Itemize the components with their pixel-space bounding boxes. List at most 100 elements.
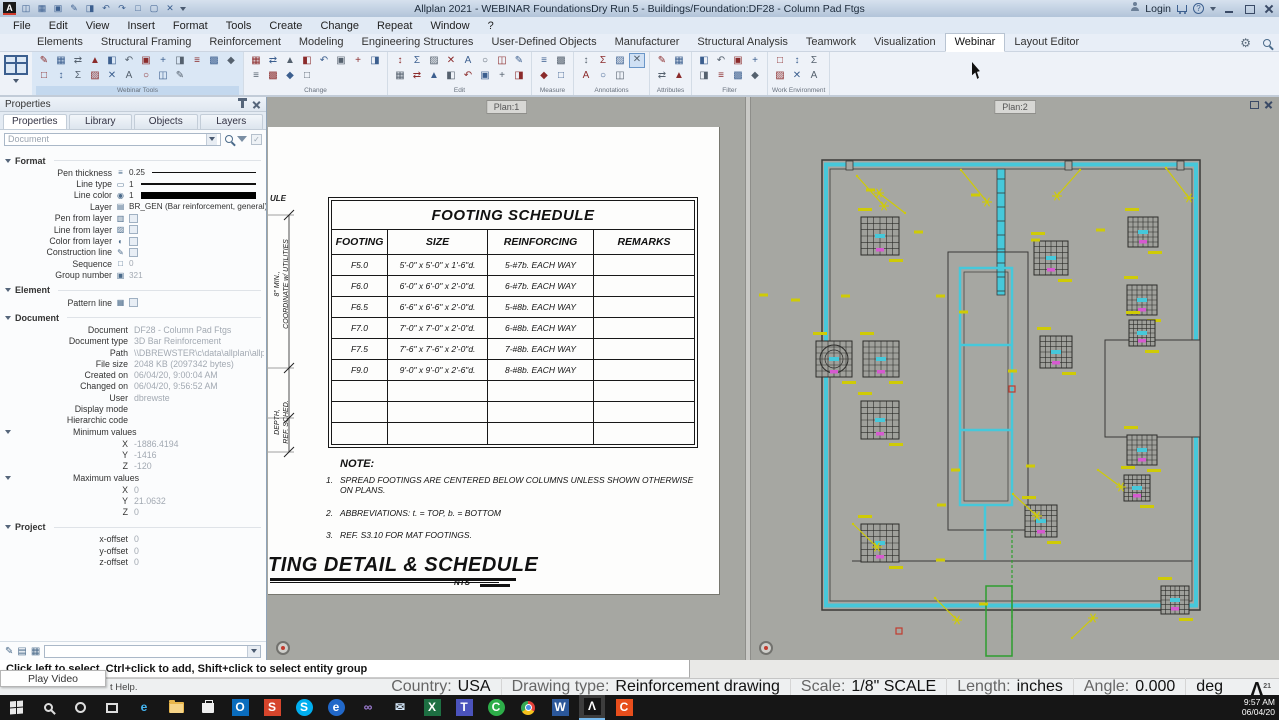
help-caret-icon[interactable]: [1210, 7, 1216, 11]
toolbar-icon[interactable]: ◨: [511, 68, 527, 83]
search-icon[interactable]: [1263, 39, 1271, 47]
toolbar-icon[interactable]: ⇄: [409, 68, 425, 83]
toolbar-icon[interactable]: ⇄: [70, 53, 86, 68]
toolbar-icon[interactable]: ◧: [104, 53, 120, 68]
outlook-icon[interactable]: O: [227, 695, 253, 720]
toolbar-icon[interactable]: ✕: [104, 68, 120, 83]
close-button[interactable]: [1262, 3, 1276, 15]
section-header-format[interactable]: Format: [0, 154, 266, 167]
cortana-icon[interactable]: [67, 695, 93, 720]
tab-layout-editor[interactable]: Layout Editor: [1005, 34, 1088, 51]
value-pen-thickness[interactable]: 0.25: [129, 168, 145, 177]
menu-insert[interactable]: Insert: [118, 20, 164, 32]
tab-manufacturer[interactable]: Manufacturer: [606, 34, 689, 51]
menu-create[interactable]: Create: [260, 20, 311, 32]
toolbar-icon[interactable]: ≡: [248, 68, 264, 83]
zoom-filter-icon[interactable]: [225, 135, 233, 143]
quick-access-icon[interactable]: ▢: [148, 2, 160, 15]
toolbar-icon[interactable]: □: [772, 53, 788, 68]
toolbar-icon[interactable]: ▲: [671, 68, 687, 83]
viewport-maximize-icon[interactable]: [1250, 101, 1259, 109]
tab-user-defined-objects[interactable]: User-Defined Objects: [482, 34, 605, 51]
menu-format[interactable]: Format: [164, 20, 217, 32]
tab-reinforcement[interactable]: Reinforcement: [200, 34, 290, 51]
properties-tab-properties[interactable]: Properties: [3, 114, 67, 129]
value-line-type[interactable]: 1: [129, 180, 134, 189]
checkbox-line-from-layer[interactable]: [129, 225, 138, 234]
toolbar-icon[interactable]: ▦: [248, 53, 264, 68]
checkbox-construction-line[interactable]: [129, 248, 138, 257]
menu-repeat[interactable]: Repeat: [368, 20, 421, 32]
toolbar-icon[interactable]: ▲: [282, 53, 298, 68]
toolbar-icon[interactable]: ▩: [730, 68, 746, 83]
viewport-plan2-tab[interactable]: Plan:2: [994, 100, 1036, 114]
toolbar-icon[interactable]: □: [299, 68, 315, 83]
section-header-project[interactable]: Project: [0, 521, 266, 534]
red-s-app-icon[interactable]: S: [259, 695, 285, 720]
toolbar-icon[interactable]: ◫: [494, 53, 510, 68]
toolbar-icon[interactable]: ✎: [511, 53, 527, 68]
mail-icon[interactable]: ✉: [387, 695, 413, 720]
quick-access-icon[interactable]: □: [132, 2, 144, 15]
menu-window[interactable]: Window: [421, 20, 478, 32]
value-group-number[interactable]: 321: [129, 271, 143, 280]
toolbar-icon[interactable]: ▩: [206, 53, 222, 68]
toolbar-icon[interactable]: ↕: [392, 53, 408, 68]
toolbar-icon[interactable]: ↶: [121, 53, 137, 68]
toolbar-icon[interactable]: ≡: [713, 68, 729, 83]
tab-visualization[interactable]: Visualization: [865, 34, 945, 51]
viewport-plan2[interactable]: Plan:2: [751, 97, 1279, 660]
status-field-angle[interactable]: Angle:0.000: [1073, 678, 1185, 696]
toolbar-icon[interactable]: A: [806, 68, 822, 83]
checkbox-pen-from-layer[interactable]: [129, 214, 138, 223]
login-button[interactable]: Login: [1145, 3, 1171, 15]
favorite-combobox[interactable]: [44, 645, 261, 658]
toolbar-icon[interactable]: ✕: [789, 68, 805, 83]
panel-close-icon[interactable]: [252, 100, 261, 109]
tab-structural-framing[interactable]: Structural Framing: [92, 34, 200, 51]
gear-icon[interactable]: ⚙: [1240, 37, 1251, 49]
quick-access-icon[interactable]: ◨: [84, 2, 96, 15]
status-field-deg[interactable]: deg: [1185, 678, 1233, 696]
toolbar-icon[interactable]: ✎: [172, 68, 188, 83]
toolbar-icon[interactable]: ▦: [53, 53, 69, 68]
file-explorer-icon[interactable]: [163, 695, 189, 720]
navigation-compass-icon[interactable]: [759, 641, 773, 655]
tab-structural-analysis[interactable]: Structural Analysis: [688, 34, 796, 51]
toolbar-icon[interactable]: ◫: [612, 68, 628, 83]
menu-edit[interactable]: Edit: [40, 20, 77, 32]
quick-access-caret-icon[interactable]: [180, 7, 186, 11]
menu-item[interactable]: ?: [479, 20, 503, 32]
status-field-drawing-type[interactable]: Drawing type:Reinforcement drawing: [501, 678, 790, 696]
toolbar-icon[interactable]: ○: [477, 53, 493, 68]
tab-elements[interactable]: Elements: [28, 34, 92, 51]
pickup-pen-icon[interactable]: ✎: [5, 646, 13, 657]
value-line-color[interactable]: 1: [129, 191, 134, 200]
store-icon[interactable]: [195, 695, 221, 720]
toolbar-icon[interactable]: ◆: [282, 68, 298, 83]
apply-check-icon[interactable]: ✓: [251, 134, 262, 145]
menu-file[interactable]: File: [4, 20, 40, 32]
quick-access-icon[interactable]: ▣: [52, 2, 64, 15]
section-header-element[interactable]: Element: [0, 284, 266, 297]
menu-tools[interactable]: Tools: [217, 20, 261, 32]
toolbar-icon[interactable]: ↶: [460, 68, 476, 83]
window-layout-caret-icon[interactable]: [13, 79, 19, 83]
quick-access-icon[interactable]: ✎: [68, 2, 80, 15]
toolbar-icon[interactable]: ▩: [265, 68, 281, 83]
visual-studio-icon[interactable]: ∞: [355, 695, 381, 720]
toolbar-icon[interactable]: +: [747, 53, 763, 68]
toolbar-icon[interactable]: A: [578, 68, 594, 83]
checkbox-pattern-line[interactable]: [129, 298, 138, 307]
shop-cart-icon[interactable]: [1177, 5, 1187, 12]
toolbar-icon[interactable]: ✕: [629, 53, 645, 68]
toolbar-icon[interactable]: ▨: [87, 68, 103, 83]
toolbar-icon[interactable]: +: [350, 53, 366, 68]
viewport-close-icon[interactable]: [1264, 101, 1273, 109]
blue-swirl-app-icon[interactable]: e: [323, 695, 349, 720]
tab-teamwork[interactable]: Teamwork: [797, 34, 865, 51]
toolbar-icon[interactable]: ○: [138, 68, 154, 83]
toolbar-icon[interactable]: ◨: [367, 53, 383, 68]
favorite-caret-icon[interactable]: [251, 649, 257, 653]
toolbar-icon[interactable]: ◧: [443, 68, 459, 83]
